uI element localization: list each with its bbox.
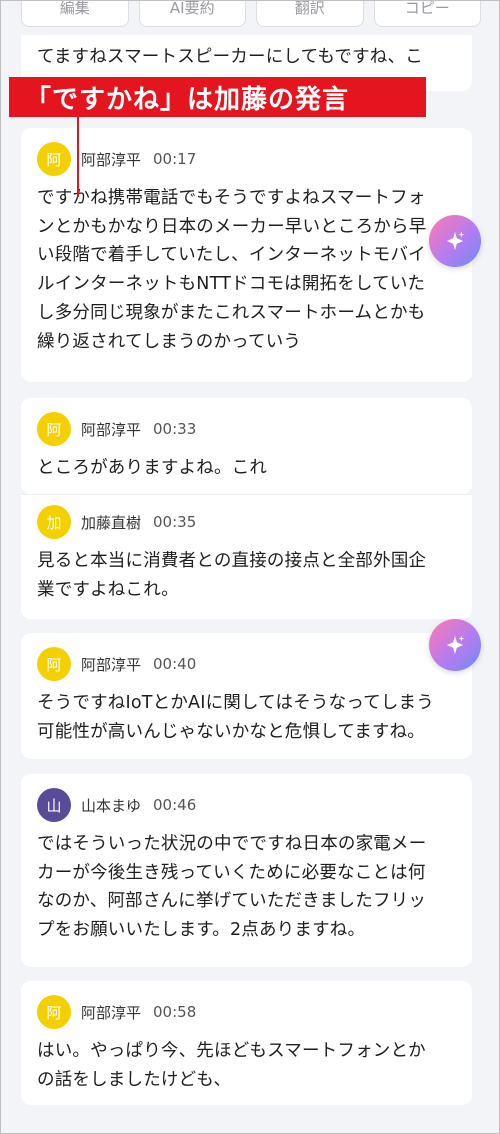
avatar[interactable]: 阿 xyxy=(37,142,71,176)
annotation-banner: 「ですかね」は加藤の発言 xyxy=(9,77,426,117)
entry-text: ところがありますよね。これ xyxy=(37,458,268,478)
edit-button[interactable]: 編集 xyxy=(21,1,129,27)
speaker-name: 阿部淳平 xyxy=(81,1003,142,1022)
avatar[interactable]: 阿 xyxy=(37,995,71,1029)
transcript-entry[interactable]: 阿 阿部淳平 00:58 はい。やっぱり今、先ほどもスマートフォンとか の話をし… xyxy=(21,981,472,1105)
avatar[interactable]: 加 xyxy=(37,505,71,539)
entry-text: てますねスマートスピーカーにしてもですね、こ xyxy=(37,47,423,67)
entry-text: ではそういった状況の中でですね日本の家電メー カーが今後生き残っていくために必要… xyxy=(37,834,427,941)
entry-header: 阿 阿部淳平 00:17 xyxy=(37,142,196,176)
entry-text: はい。やっぱり今、先ほどもスマートフォンとか の話をしましたけども、 xyxy=(37,1041,426,1090)
transcript-entry[interactable]: 阿 阿部淳平 00:40 そうですねIoTとかAIに関してはそうなってしまう 可… xyxy=(21,633,472,759)
scrollbar[interactable] xyxy=(485,1,491,1133)
avatar[interactable]: 山 xyxy=(37,788,71,822)
speaker-name: 阿部淳平 xyxy=(81,150,142,169)
timestamp[interactable]: 00:40 xyxy=(153,655,196,673)
sparkle-icon xyxy=(446,635,465,655)
speaker-name: 阿部淳平 xyxy=(81,655,142,674)
avatar[interactable]: 阿 xyxy=(37,647,71,681)
timestamp[interactable]: 00:58 xyxy=(153,1003,196,1021)
transcript-entry[interactable]: 山 山本まゆ 00:46 ではそういった状況の中でですね日本の家電メー カーが今… xyxy=(21,774,472,967)
transcript-screen: 編集 AI要約 翻訳 コピー てますねスマートスピーカーにしてもですね、こ 阿 … xyxy=(0,0,500,1134)
annotation-pointer xyxy=(77,117,79,197)
translate-button[interactable]: 翻訳 xyxy=(256,1,364,27)
speaker-name: 山本まゆ xyxy=(81,796,142,815)
entry-header: 山 山本まゆ 00:46 xyxy=(37,788,196,822)
transcript-entry[interactable]: 阿 阿部淳平 00:33 ところがありますよね。これ xyxy=(21,398,472,494)
timestamp[interactable]: 00:35 xyxy=(153,513,196,531)
entry-header: 阿 阿部淳平 00:40 xyxy=(37,647,196,681)
entry-header: 加 加藤直樹 00:35 xyxy=(37,505,196,539)
ai-summary-button[interactable]: AI要約 xyxy=(138,1,246,27)
timestamp[interactable]: 00:46 xyxy=(153,796,196,814)
speaker-name: 加藤直樹 xyxy=(81,513,142,532)
transcript-entry[interactable]: 阿 阿部淳平 00:17 ですかね携帯電話でもそうですよねスマートフォ ンとかも… xyxy=(21,128,472,382)
entry-header: 阿 阿部淳平 00:33 xyxy=(37,412,196,446)
entry-header: 阿 阿部淳平 00:58 xyxy=(37,995,196,1029)
transcript-entry[interactable]: 加 加藤直樹 00:35 見ると本当に消費者との直接の接点と全部外国企 業ですよ… xyxy=(21,494,472,619)
timestamp[interactable]: 00:17 xyxy=(153,150,196,168)
avatar[interactable]: 阿 xyxy=(37,412,71,446)
ai-assist-button[interactable] xyxy=(429,215,481,267)
top-action-bar: 編集 AI要約 翻訳 コピー xyxy=(21,1,481,27)
entry-text: 見ると本当に消費者との直接の接点と全部外国企 業ですよねこれ。 xyxy=(37,551,427,600)
ai-assist-button[interactable] xyxy=(429,619,481,671)
sparkle-icon xyxy=(446,231,465,251)
entry-text: そうですねIoTとかAIに関してはそうなってしまう 可能性が高いんじゃないかなと… xyxy=(37,693,434,742)
entry-text: ですかね携帯電話でもそうですよねスマートフォ ンとかもかなり日本のメーカー早いと… xyxy=(37,188,427,352)
timestamp[interactable]: 00:33 xyxy=(153,420,196,438)
speaker-name: 阿部淳平 xyxy=(81,420,142,439)
copy-button[interactable]: コピー xyxy=(373,1,481,27)
